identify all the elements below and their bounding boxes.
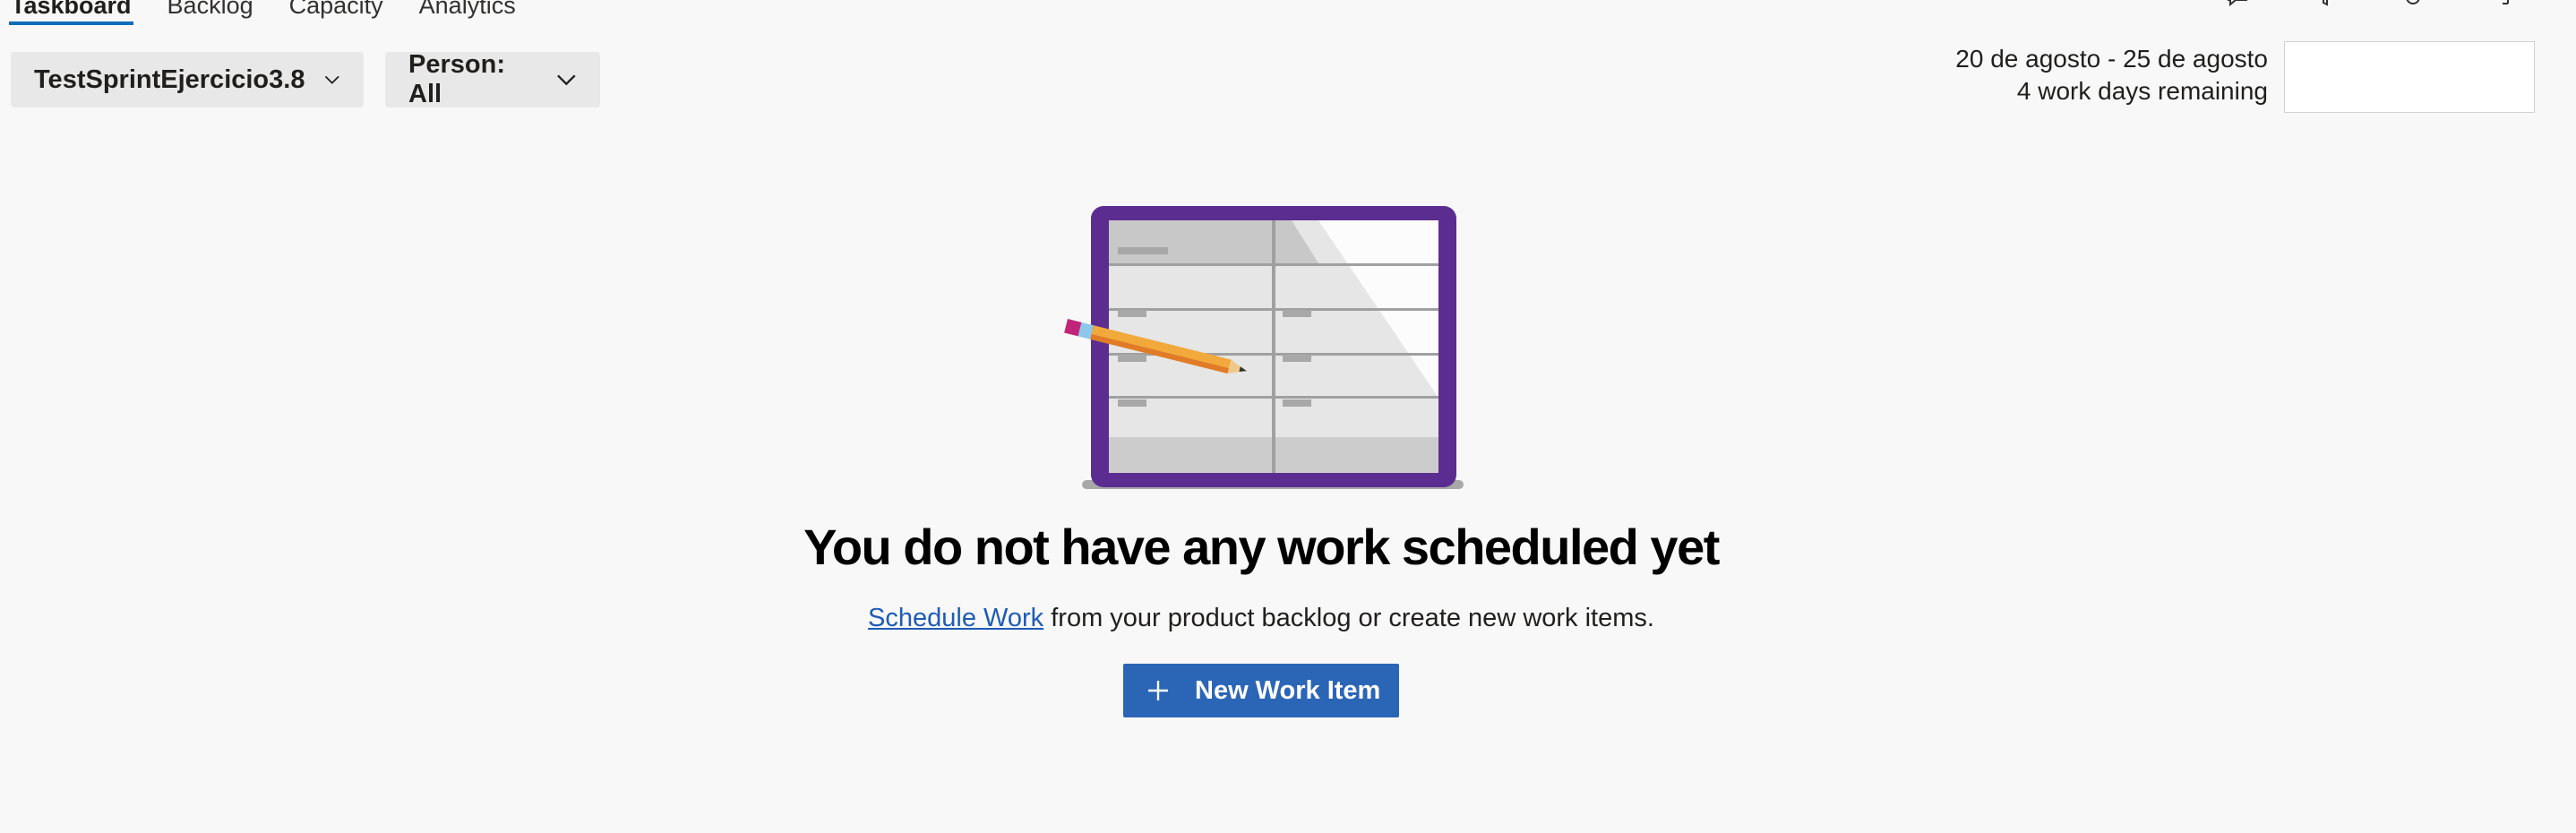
empty-board-illustration bbox=[1064, 206, 1464, 489]
toolbar-icons bbox=[2225, 0, 2513, 7]
chevron-down-icon bbox=[325, 75, 340, 84]
new-work-item-label: New Work Item bbox=[1195, 675, 1381, 705]
hub-tabs: Taskboard Backlog Capacity Analytics bbox=[9, 0, 518, 25]
tab-analytics[interactable]: Analytics bbox=[417, 0, 518, 25]
sprint-dates: 20 de agosto - 25 de agosto bbox=[1955, 45, 2268, 73]
sprint-selector[interactable]: TestSprintEjercicio3.8 bbox=[11, 52, 364, 107]
new-work-item-button[interactable]: New Work Item bbox=[1123, 664, 1399, 717]
sprint-selector-label: TestSprintEjercicio3.8 bbox=[34, 64, 305, 94]
schedule-work-link[interactable]: Schedule Work bbox=[868, 604, 1043, 632]
sprint-info: 20 de agosto - 25 de agosto 4 work days … bbox=[1955, 43, 2268, 107]
person-filter[interactable]: Person: All bbox=[385, 50, 600, 108]
chevron-down-icon bbox=[557, 74, 576, 86]
settings-icon[interactable] bbox=[2400, 0, 2426, 7]
sprint-remaining-days: 4 work days remaining bbox=[2016, 77, 2268, 105]
plus-icon bbox=[1148, 681, 1168, 700]
sprint-burndown-thumbnail[interactable] bbox=[2284, 41, 2535, 113]
person-filter-label: Person: All bbox=[408, 50, 505, 108]
expand-icon[interactable] bbox=[2488, 0, 2513, 7]
empty-state-message: Schedule Work from your product backlog … bbox=[0, 604, 2522, 633]
filter-icon[interactable] bbox=[2313, 0, 2338, 7]
tab-taskboard[interactable]: Taskboard bbox=[9, 0, 133, 25]
empty-state-title: You do not have any work scheduled yet bbox=[803, 519, 1720, 575]
taskboard-page: Taskboard Backlog Capacity Analytics Tes… bbox=[0, 0, 2576, 833]
empty-state-message-text: from your product backlog or create new … bbox=[1043, 604, 1654, 632]
chat-icon[interactable] bbox=[2225, 0, 2250, 7]
tab-backlog[interactable]: Backlog bbox=[166, 0, 255, 25]
tab-capacity[interactable]: Capacity bbox=[288, 0, 385, 25]
